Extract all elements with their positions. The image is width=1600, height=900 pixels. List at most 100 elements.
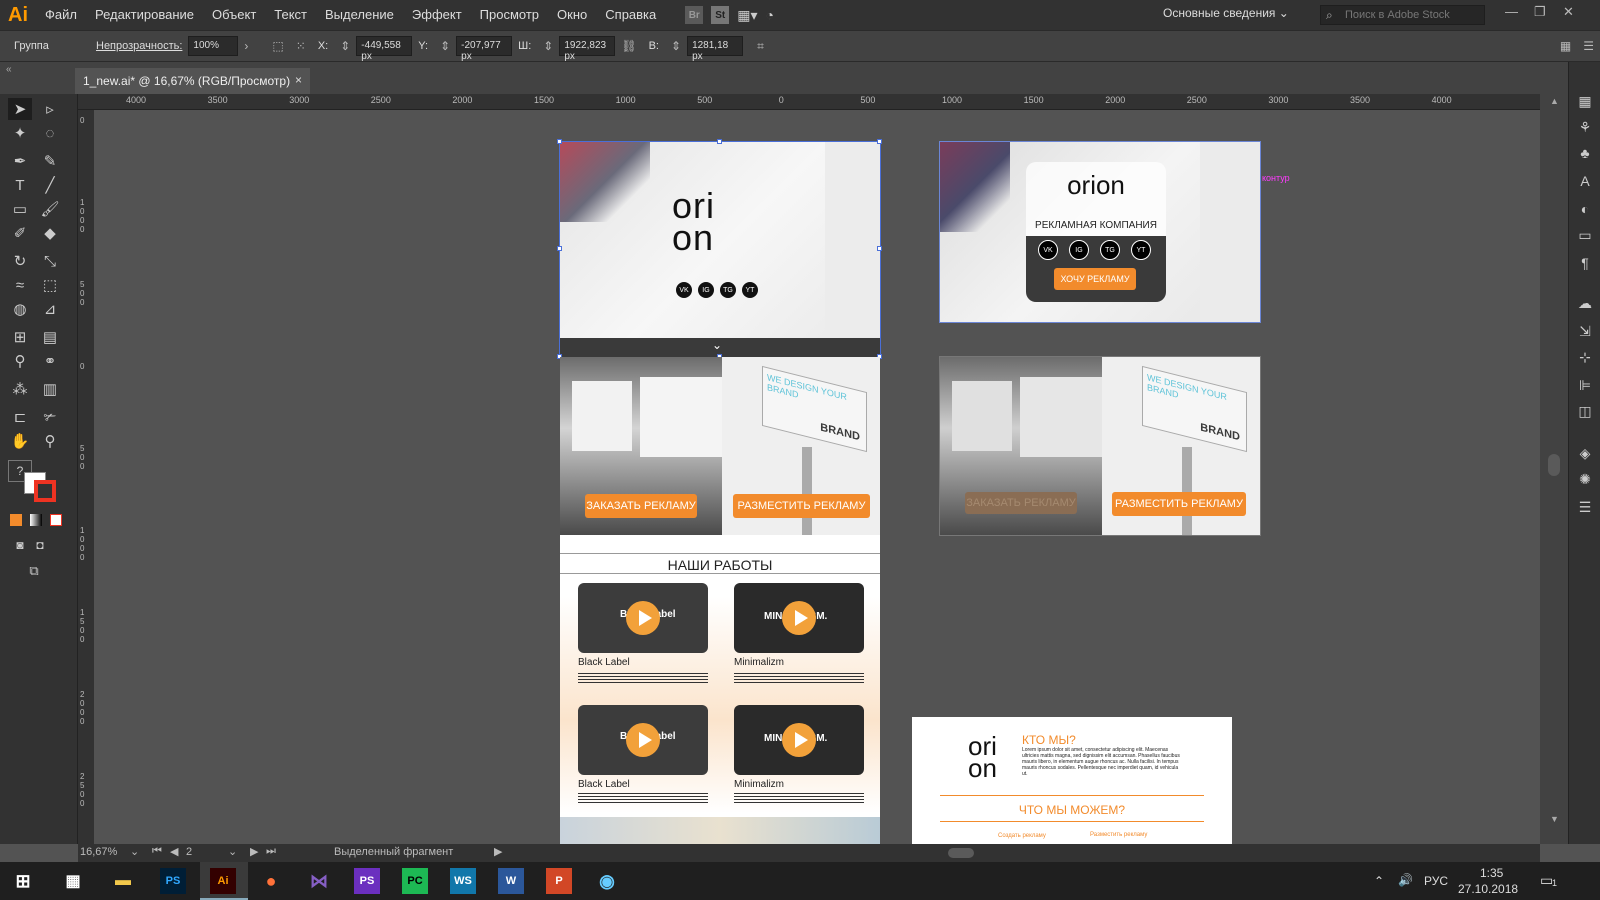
- fill-stroke-swatch[interactable]: [24, 472, 58, 502]
- paintbrush-icon[interactable]: 🖌: [38, 198, 62, 220]
- column-graph-icon[interactable]: ▥: [38, 378, 62, 400]
- stock-button[interactable]: St: [711, 6, 730, 24]
- symbols-icon[interactable]: ♣: [1576, 144, 1594, 162]
- character-icon[interactable]: A: [1576, 172, 1594, 190]
- scroll-up-icon[interactable]: ▲: [1550, 96, 1559, 106]
- arrange-icon[interactable]: ▦: [1560, 39, 1571, 53]
- transform-icon[interactable]: ⌗: [757, 39, 764, 54]
- selection-tool-icon[interactable]: ➤: [8, 98, 32, 120]
- webstorm-icon[interactable]: WS: [450, 868, 476, 894]
- scale-tool-icon[interactable]: ⤡: [38, 250, 62, 272]
- play-icon[interactable]: [626, 601, 660, 635]
- telegram-icon[interactable]: TG: [720, 282, 736, 298]
- color-mode-icon[interactable]: [10, 514, 22, 526]
- w-stepper-icon[interactable]: ⇕: [543, 39, 553, 53]
- work-video[interactable]: MINIMALISM.: [734, 583, 864, 653]
- free-transform-icon[interactable]: ⬚: [38, 274, 62, 296]
- artboard-dropdown-icon[interactable]: ⌄: [228, 845, 237, 858]
- shape-builder-icon[interactable]: ◍: [8, 298, 32, 320]
- bounding-handle[interactable]: [557, 246, 562, 251]
- visual-studio-icon[interactable]: ⋈: [306, 868, 332, 894]
- eraser-icon[interactable]: ◆: [38, 222, 62, 244]
- work-video[interactable]: Black Label: [578, 705, 708, 775]
- collapse-toolbar-icon[interactable]: «: [6, 64, 12, 75]
- volume-icon[interactable]: 🔊: [1398, 873, 1413, 887]
- artboard-about[interactable]: ori on КТО МЫ? Lorem ipsum dolor sit ame…: [912, 717, 1232, 844]
- y-input[interactable]: -207,977 px: [456, 36, 513, 62]
- close-tab-button[interactable]: ×: [295, 73, 302, 87]
- powerpoint-icon[interactable]: P: [546, 868, 572, 894]
- vertical-scrollbar[interactable]: ▲ ▼: [1540, 94, 1568, 844]
- youtube-icon[interactable]: YT: [1131, 240, 1151, 260]
- close-window-button[interactable]: ✕: [1563, 4, 1574, 20]
- calculator-icon[interactable]: ▦: [60, 868, 86, 894]
- tray-expand-icon[interactable]: ⌃: [1374, 874, 1384, 888]
- curvature-tool-icon[interactable]: ✎: [38, 150, 62, 172]
- previous-artboard-icon[interactable]: ◀: [170, 845, 178, 858]
- artboard-works[interactable]: НАШИ РАБОТЫ Black Label Black Label MINI…: [560, 535, 880, 844]
- line-tool-icon[interactable]: ╱: [38, 174, 62, 196]
- clock-date[interactable]: 27.10.2018: [1458, 882, 1518, 896]
- next-artboard-icon[interactable]: ▶: [250, 845, 258, 858]
- artboard-billboard[interactable]: WE DESIGN YOUR BRAND BRAND ЗАКАЗАТЬ РЕКЛ…: [560, 357, 880, 535]
- bounding-handle[interactable]: [877, 246, 882, 251]
- mesh-tool-icon[interactable]: ⊞: [8, 326, 32, 348]
- pycharm-icon[interactable]: PC: [402, 868, 428, 894]
- link-proportions-icon[interactable]: ⛓: [621, 39, 636, 53]
- pen-tool-icon[interactable]: ✒: [8, 150, 32, 172]
- h-stepper-icon[interactable]: ⇕: [671, 39, 681, 53]
- arrange-documents-icon[interactable]: ▦▾: [737, 7, 757, 24]
- file-explorer-icon[interactable]: ▬: [110, 868, 136, 894]
- menu-effect[interactable]: Эффект: [403, 0, 471, 30]
- puppet-warp-icon[interactable]: ⚘: [1576, 118, 1594, 136]
- appearance-icon[interactable]: ◐: [1576, 200, 1594, 218]
- chevron-right-icon[interactable]: ›: [244, 39, 248, 53]
- layers-icon[interactable]: ◈: [1576, 444, 1594, 462]
- input-language[interactable]: РУС: [1424, 874, 1448, 888]
- instagram-icon[interactable]: IG: [698, 282, 714, 298]
- reference-point-icon[interactable]: ⁙: [296, 39, 306, 53]
- vk-icon[interactable]: VK: [1038, 240, 1058, 260]
- place-ad-button[interactable]: РАЗМЕСТИТЬ РЕКЛАМУ: [733, 494, 870, 518]
- play-icon[interactable]: [626, 723, 660, 757]
- opacity-label[interactable]: Непрозрачность:: [96, 40, 182, 52]
- y-stepper-icon[interactable]: ⇕: [440, 39, 450, 53]
- bounding-handle[interactable]: [557, 139, 562, 144]
- gradient-tool-icon[interactable]: ▤: [38, 326, 62, 348]
- align-panel-icon[interactable]: ⊫: [1576, 376, 1594, 394]
- bridge-button[interactable]: Br: [685, 6, 704, 24]
- slice-tool-icon[interactable]: ✃: [38, 406, 62, 428]
- properties-icon[interactable]: ☰: [1576, 498, 1594, 516]
- artboards-panel-icon[interactable]: ✺: [1576, 470, 1594, 488]
- photoshop-icon[interactable]: PS: [160, 868, 186, 894]
- about-link-create[interactable]: Создать рекламу: [998, 833, 1046, 839]
- align-to-icon[interactable]: ⬚: [272, 39, 283, 53]
- artboard-billboard-variant[interactable]: WE DESIGN YOUR BRAND BRAND ЗАКАЗАТЬ РЕКЛ…: [939, 356, 1261, 536]
- zoom-tool-icon[interactable]: ⚲: [38, 430, 62, 452]
- stock-search-input[interactable]: ⌕ Поиск в Adobe Stock: [1320, 5, 1485, 25]
- workspace-switcher[interactable]: Основные сведения ⌄: [1163, 6, 1289, 20]
- paragraph-icon[interactable]: ¶: [1576, 254, 1594, 272]
- scrollbar-thumb[interactable]: [1548, 454, 1560, 476]
- scroll-down-icon[interactable]: ▼: [1550, 814, 1559, 824]
- menu-file[interactable]: Файл: [36, 0, 86, 30]
- x-stepper-icon[interactable]: ⇕: [340, 39, 350, 53]
- horizontal-scroll-thumb[interactable]: [948, 848, 974, 858]
- bounding-handle[interactable]: [877, 139, 882, 144]
- work-video[interactable]: MINIMALISM.: [734, 705, 864, 775]
- scroll-down-arrow-icon[interactable]: ⌄: [712, 338, 722, 352]
- libraries-icon[interactable]: ▦: [1576, 92, 1594, 110]
- status-menu-arrow-icon[interactable]: ▶: [494, 845, 502, 858]
- rectangle-tool-icon[interactable]: ▭: [8, 198, 32, 220]
- first-artboard-icon[interactable]: ⏮: [152, 845, 162, 858]
- bounding-handle[interactable]: [717, 139, 722, 144]
- artboard-tool-icon[interactable]: ⊏: [8, 406, 32, 428]
- gpu-performance-icon[interactable]: ◔: [766, 7, 774, 23]
- shaper-tool-icon[interactable]: ✐: [8, 222, 32, 244]
- illustrator-icon[interactable]: Ai: [210, 868, 236, 894]
- restore-button[interactable]: ❐: [1534, 4, 1546, 20]
- play-icon[interactable]: [782, 601, 816, 635]
- magic-wand-icon[interactable]: ✦: [8, 122, 32, 144]
- height-input[interactable]: 1281,18 px: [687, 36, 744, 62]
- artboard-number[interactable]: 2: [186, 846, 192, 858]
